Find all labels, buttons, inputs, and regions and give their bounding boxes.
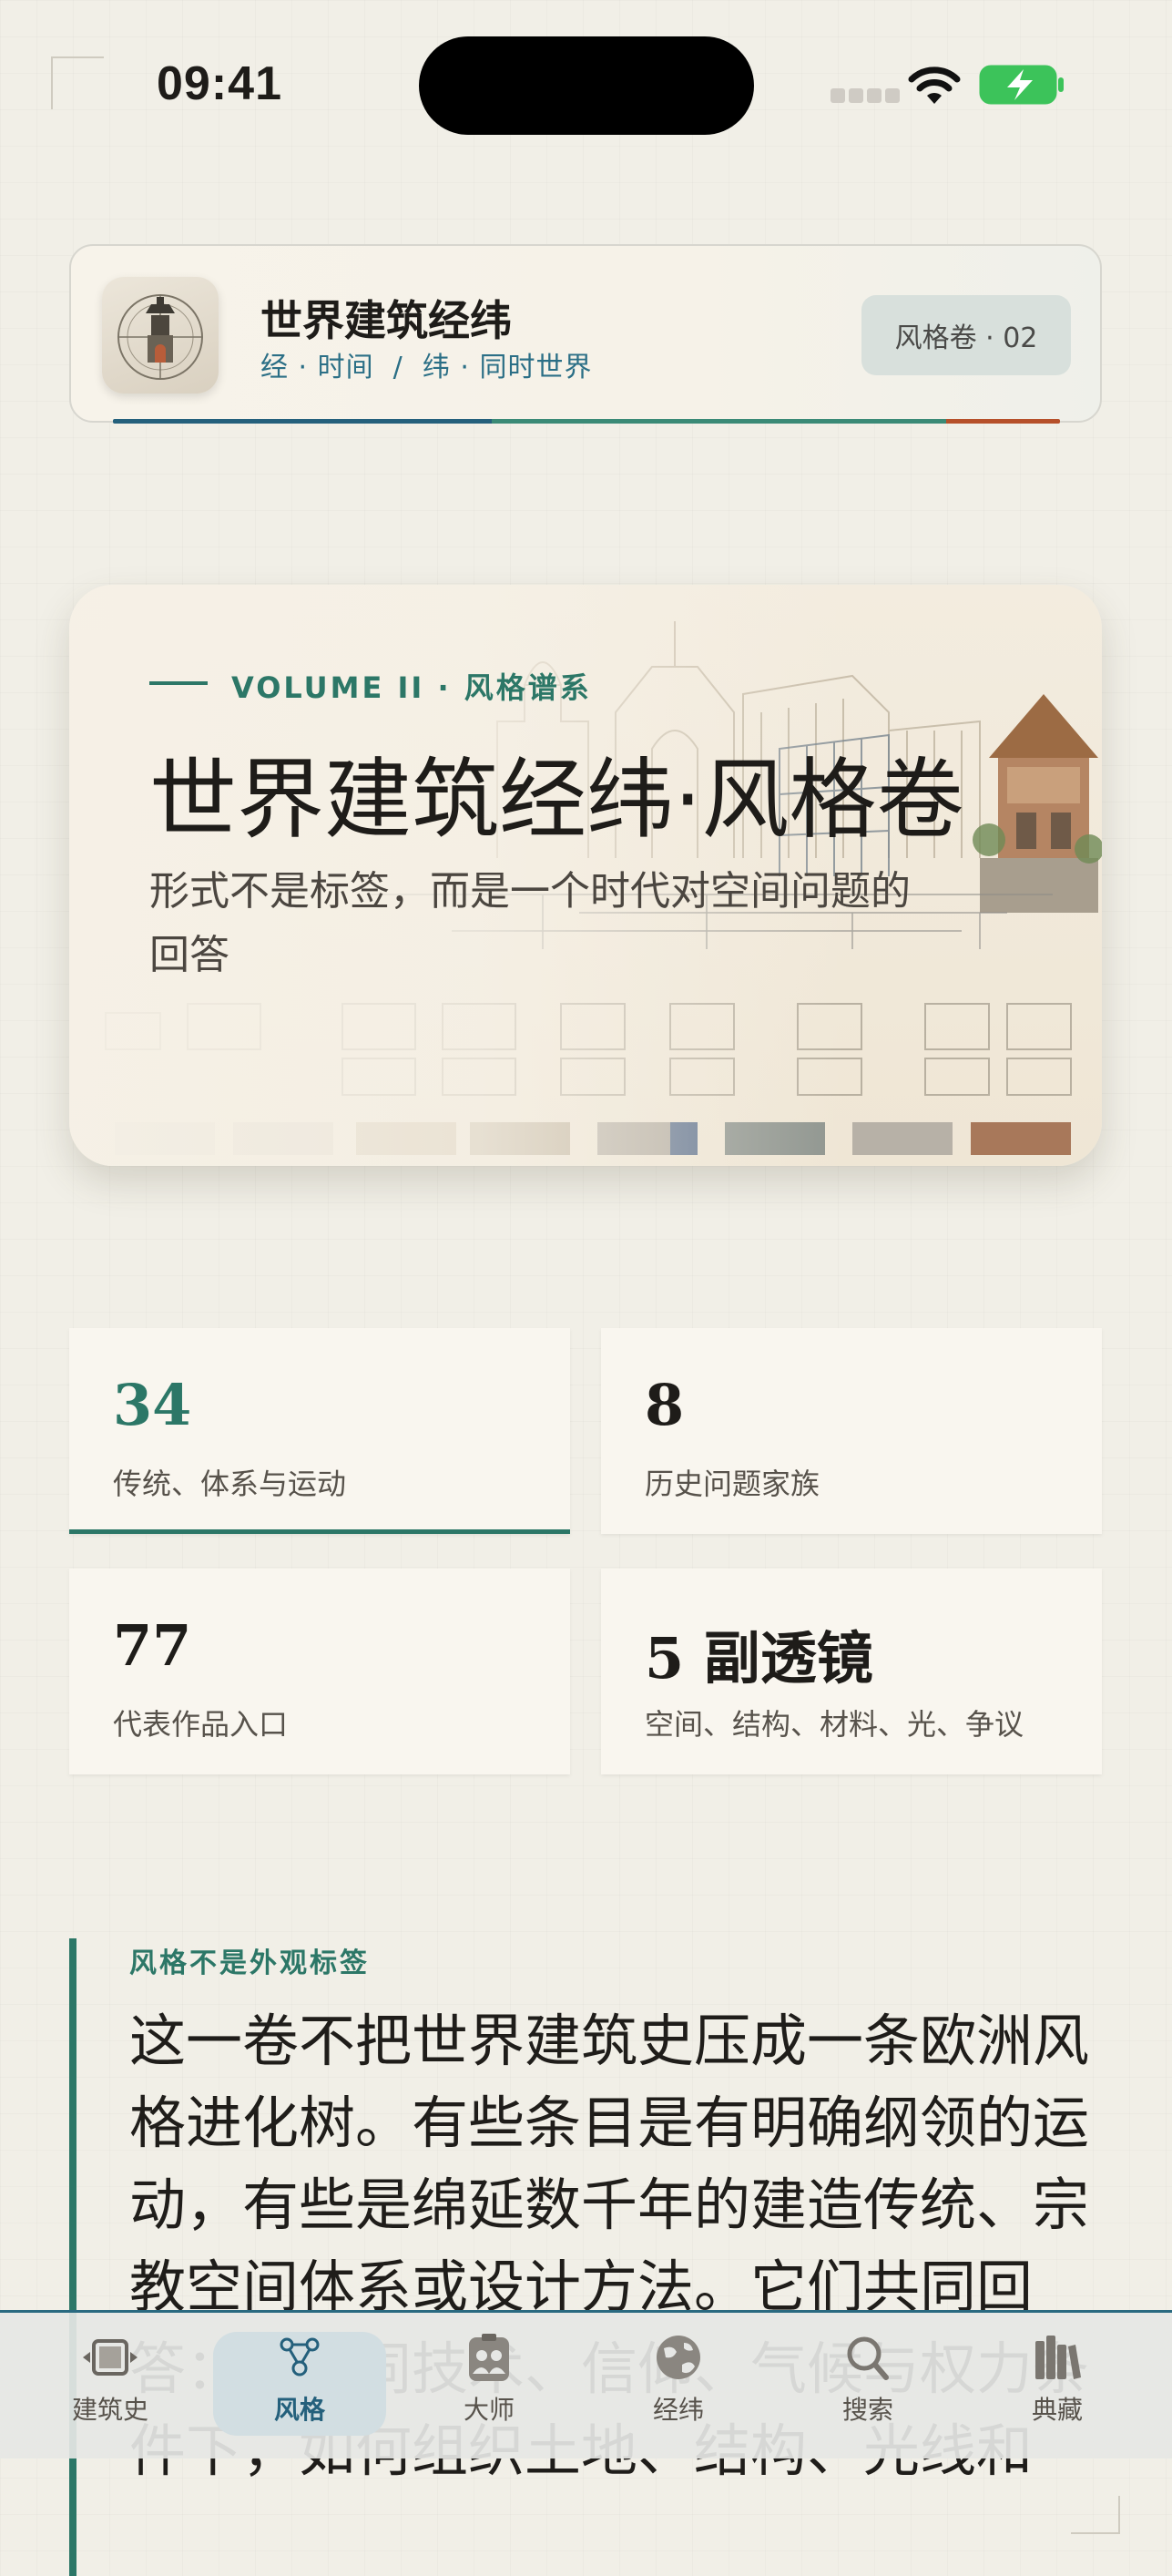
search-icon: [847, 2336, 889, 2380]
tab-label: 典藏: [1031, 2395, 1083, 2425]
stat-label: 传统、体系与运动: [113, 1467, 347, 1501]
article-accent-bar: [69, 1938, 76, 2576]
signal-icon: [831, 88, 903, 107]
stat-card-traditions[interactable]: 34 传统、体系与运动: [69, 1328, 570, 1534]
stat-value: 34: [113, 1372, 192, 1438]
stat-card-families[interactable]: 8 历史问题家族: [601, 1328, 1102, 1534]
stat-card-lenses[interactable]: 5 副透镜 空间、结构、材料、光、争议: [601, 1569, 1102, 1774]
tab-styles[interactable]: 风格: [213, 2332, 386, 2436]
stat-value: 8: [645, 1372, 685, 1438]
stat-value: 5 副透镜: [645, 1625, 873, 1692]
tab-label: 大师: [463, 2395, 515, 2425]
status-time: 09:41: [157, 57, 282, 110]
stat-label: 代表作品入口: [113, 1707, 289, 1742]
stat-label: 空间、结构、材料、光、争议: [645, 1707, 1024, 1742]
tab-search[interactable]: 搜索: [781, 2332, 954, 2436]
stat-value: 77: [113, 1612, 192, 1679]
film-strip-icon: [83, 2339, 138, 2376]
tab-history[interactable]: 建筑史: [24, 2332, 197, 2436]
tab-label: 搜索: [841, 2395, 893, 2425]
tab-masters[interactable]: 大师: [403, 2332, 576, 2436]
volume-chip[interactable]: 风格卷 · 02: [861, 295, 1071, 375]
books-icon: [1035, 2336, 1081, 2379]
app-logo-icon: [102, 277, 219, 394]
article-eyebrow: 风格不是外观标签: [129, 1947, 370, 1979]
tab-grid[interactable]: 经纬: [592, 2332, 765, 2436]
tab-label: 建筑史: [71, 2395, 148, 2425]
hero-description: 形式不是标签，而是一个时代对空间问题的回答: [149, 868, 911, 978]
tab-label: 风格: [273, 2395, 325, 2425]
app-title: 世界建筑经纬: [260, 296, 512, 345]
battery-charging-icon: [979, 65, 1064, 105]
hero-eyebrow: VOLUME II · 风格谱系: [231, 670, 592, 705]
tab-label: 经纬: [652, 2395, 704, 2425]
stat-label: 历史问题家族: [645, 1467, 820, 1501]
tab-collection[interactable]: 典藏: [971, 2332, 1144, 2436]
wifi-icon: [908, 66, 961, 104]
hero-title: 世界建筑经纬·风格卷: [149, 749, 964, 851]
dynamic-island: [419, 36, 754, 135]
people-badge-icon: [469, 2334, 509, 2381]
stat-card-works[interactable]: 77 代表作品入口: [69, 1569, 570, 1774]
header-accent-rule: [113, 419, 1060, 424]
globe-icon: [657, 2336, 700, 2379]
app-subtitle: 经 · 时间 / 纬 · 同时世界: [260, 352, 593, 383]
network-nodes-icon: [280, 2337, 320, 2377]
hero-eyebrow-rule: [149, 681, 208, 685]
screen-corner-mark: [1071, 2496, 1120, 2534]
screen-corner-mark: [51, 56, 104, 109]
